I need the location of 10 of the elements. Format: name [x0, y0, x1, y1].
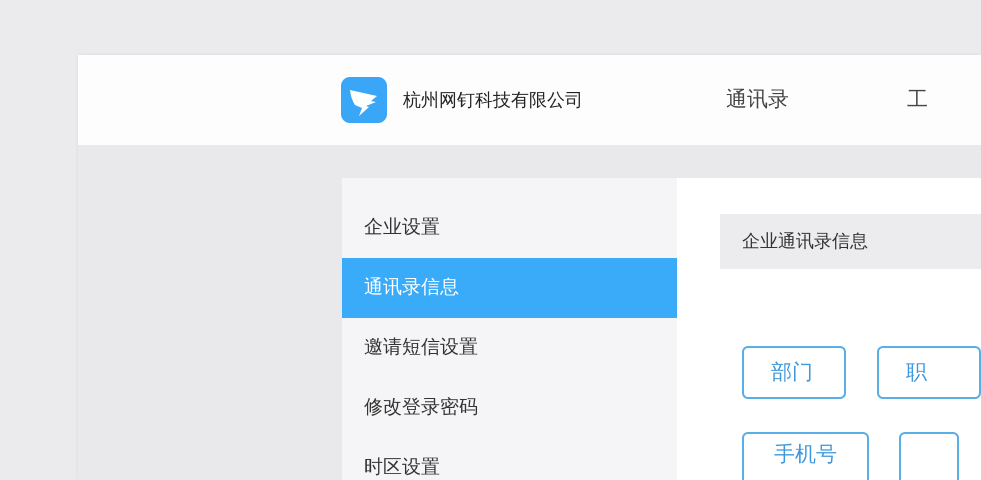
app-logo-icon [341, 77, 387, 123]
option-button-edge [899, 432, 959, 480]
nav-link[interactable]: 通讯录 [726, 84, 789, 116]
sidebar-item[interactable]: 邀请短信设置 [342, 318, 677, 378]
sidebar-item[interactable]: 时区设置 [342, 438, 677, 480]
company-name: 杭州网钉科技有限公司 [403, 88, 583, 112]
sidebar-item[interactable]: 企业设置 [342, 198, 677, 258]
sidebar-item[interactable]: 修改登录密码 [342, 378, 677, 438]
section-title: 企业通讯录信息 [742, 230, 868, 253]
nav-link[interactable]: 工 [907, 84, 928, 116]
